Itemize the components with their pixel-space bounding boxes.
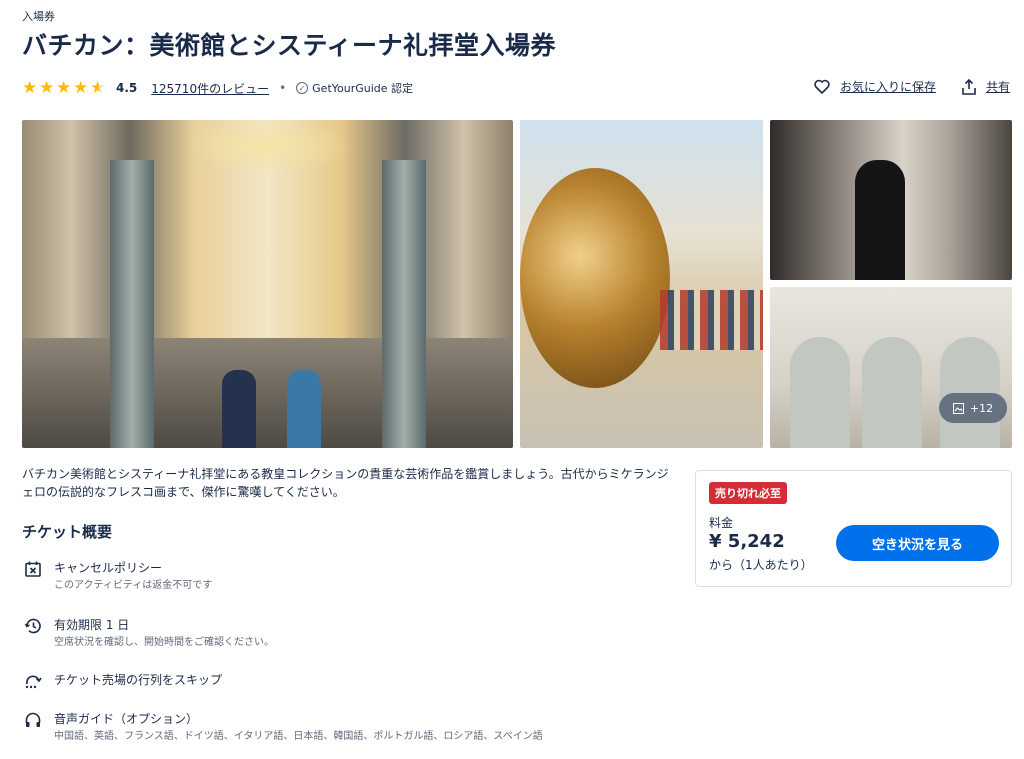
heart-icon xyxy=(814,79,830,94)
feature-title: 有効期限 1 日 xyxy=(54,618,130,632)
more-photos-count: +12 xyxy=(969,401,994,415)
skip-line-icon xyxy=(22,672,44,694)
overview-title: チケット概要 xyxy=(22,523,113,541)
photo-column xyxy=(110,160,154,448)
share-button[interactable]: 共有 xyxy=(962,78,1010,95)
gallery-photo-guide[interactable] xyxy=(770,120,1012,280)
image-icon xyxy=(952,402,964,414)
photo-gallery: +12 xyxy=(22,120,1012,448)
photo-floor xyxy=(22,338,513,448)
feature-skip-line: チケット売場の行列をスキップ xyxy=(22,672,222,694)
star-icon: ★ xyxy=(73,78,89,98)
star-icon: ★ xyxy=(56,78,72,98)
rating-score: 4.5 xyxy=(116,81,138,95)
photo-visitor xyxy=(287,370,321,448)
half-star-icon: ★ xyxy=(90,78,106,98)
feature-cancellation: キャンセルポリシー このアクティビティは返金不可です xyxy=(22,560,212,594)
certified-check-icon: ✓ xyxy=(296,82,309,94)
separator-dot: • xyxy=(279,81,287,95)
rating-row: ★ ★ ★ ★ ★ 4.5 125710件のレビュー • ✓ GetYourGu… xyxy=(22,78,413,98)
feature-subtitle: 空席状況を確認し、開始時間をご確認ください。 xyxy=(54,637,274,648)
feature-subtitle: 中国語、英語、フランス語、ドイツ語、イタリア語、日本語、韓国語、ポルトガル語、ロ… xyxy=(54,731,543,742)
photo-visitor xyxy=(222,370,256,448)
check-availability-button[interactable]: 空き状況を見る xyxy=(836,525,999,561)
more-photos-button[interactable]: +12 xyxy=(938,392,1008,424)
wishlist-button[interactable]: お気に入りに保存 xyxy=(814,78,936,95)
clock-history-icon xyxy=(22,617,44,639)
feature-validity: 有効期限 1 日 空席状況を確認し、開始時間をご確認ください。 xyxy=(22,617,274,651)
activity-description: バチカン美術館とシスティーナ礼拝堂にある教皇コレクションの貴重な芸術作品を鑑賞し… xyxy=(22,467,669,499)
likely-to-sell-out-badge: 売り切れ必至 xyxy=(709,482,787,504)
photo-guide-person xyxy=(855,160,905,280)
feature-title: 音声ガイド（オプション） xyxy=(54,712,199,726)
gallery-photo-main[interactable] xyxy=(22,120,513,448)
star-icon: ★ xyxy=(39,78,55,98)
gallery-photo-sphere[interactable] xyxy=(520,120,763,448)
star-rating: ★ ★ ★ ★ ★ xyxy=(22,78,106,98)
header-actions: お気に入りに保存 共有 xyxy=(788,78,1010,95)
certified-label: GetYourGuide 認定 xyxy=(312,82,414,95)
photo-sphere-sculpture xyxy=(520,168,670,388)
calendar-x-icon xyxy=(22,560,44,582)
price-label: 料金 xyxy=(709,516,734,530)
page-title: バチカン：美術館とシスティーナ礼拝堂入場券 xyxy=(22,31,557,60)
star-icon: ★ xyxy=(22,78,38,98)
photo-column xyxy=(382,160,426,448)
reviews-link[interactable]: 125710件のレビュー xyxy=(151,80,269,97)
gallery-photo-statues[interactable]: +12 xyxy=(770,287,1012,448)
photo-niche xyxy=(862,337,922,448)
category-label: 入場券 xyxy=(22,10,55,23)
photo-niche xyxy=(790,337,850,448)
booking-card: 売り切れ必至 料金 ¥ 5,242 から（1人あたり） 空き状況を見る xyxy=(695,470,1012,587)
share-icon xyxy=(962,78,976,95)
feature-title: キャンセルポリシー xyxy=(54,561,163,575)
price-value: ¥ 5,242 xyxy=(709,531,785,552)
feature-audio-guide: 音声ガイド（オプション） 中国語、英語、フランス語、ドイツ語、イタリア語、日本語… xyxy=(22,711,543,745)
feature-title: チケット売場の行列をスキップ xyxy=(54,673,223,687)
price-per-person: から（1人あたり） xyxy=(709,558,813,572)
share-label: 共有 xyxy=(985,80,1010,94)
feature-subtitle: このアクティビティは返金不可です xyxy=(54,580,213,591)
headphones-icon xyxy=(22,711,44,733)
photo-crowd xyxy=(660,290,763,350)
wishlist-label: お気に入りに保存 xyxy=(839,80,936,94)
